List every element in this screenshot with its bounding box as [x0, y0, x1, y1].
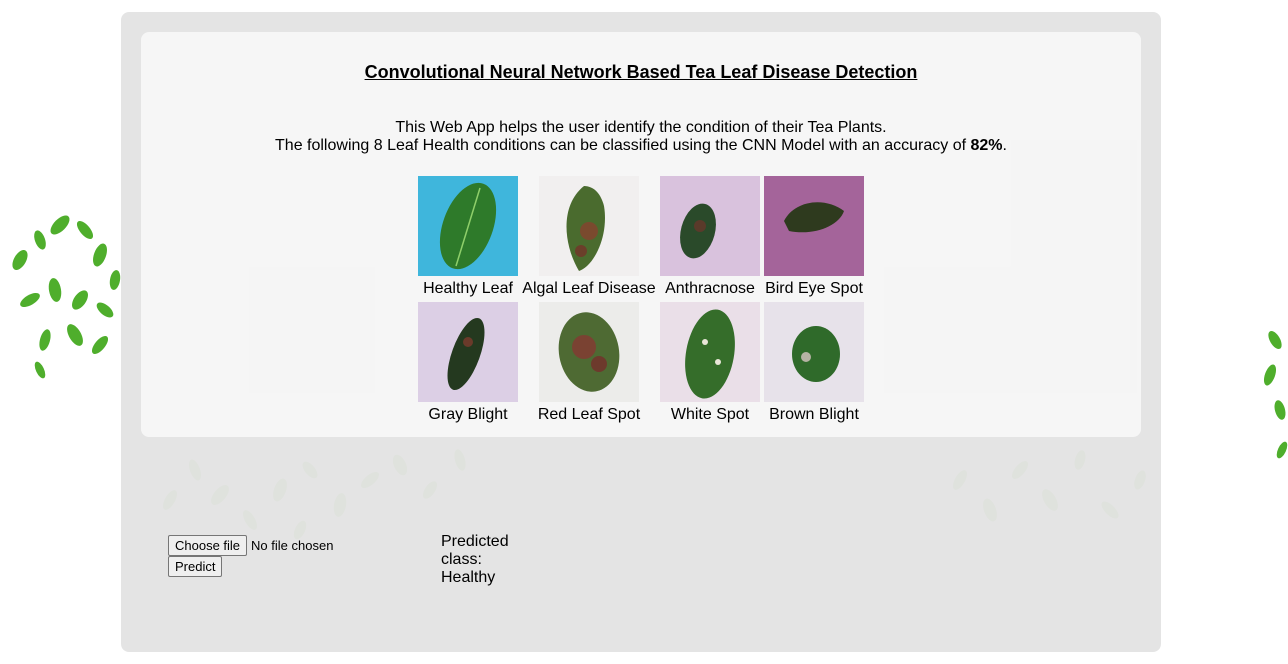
file-input[interactable]: Choose file No file chosen	[168, 535, 333, 556]
choose-file-button[interactable]: Choose file	[168, 535, 248, 556]
prediction-result: Predicted class: Healthy	[441, 533, 509, 586]
class-tile-brown-blight: Brown Blight	[764, 302, 864, 424]
class-tile-white-spot: White Spot	[660, 302, 760, 424]
class-tile-bird-eye-spot: Bird Eye Spot	[761, 176, 867, 298]
info-card: Convolutional Neural Network Based Tea L…	[141, 32, 1141, 437]
class-label: Bird Eye Spot	[765, 280, 863, 297]
class-label: Algal Leaf Disease	[522, 280, 656, 297]
class-label: Healthy Leaf	[423, 280, 513, 297]
class-tile-gray-blight: Gray Blight	[418, 302, 518, 424]
class-tile-red-leaf-spot: Red Leaf Spot	[536, 302, 642, 424]
leaf-image	[539, 176, 639, 276]
class-gallery: Healthy Leaf Algal Leaf Disease Anthracn…	[141, 32, 1141, 437]
class-label: Anthracnose	[665, 280, 755, 297]
class-label: Red Leaf Spot	[537, 406, 641, 423]
class-tile-healthy-leaf: Healthy Leaf	[399, 176, 537, 298]
leaf-image	[660, 302, 760, 402]
leaf-image	[539, 302, 639, 402]
leaf-image	[764, 302, 864, 402]
leaf-image	[418, 302, 518, 402]
class-tile-anthracnose: Anthracnose	[660, 176, 760, 298]
predict-button[interactable]: Predict	[168, 556, 223, 577]
leaf-image	[764, 176, 864, 276]
main-panel: Convolutional Neural Network Based Tea L…	[121, 12, 1161, 652]
class-label: Brown Blight	[769, 406, 859, 423]
leaf-image	[418, 176, 518, 276]
class-label: White Spot	[670, 406, 750, 423]
class-tile-algal-leaf-disease: Algal Leaf Disease	[519, 176, 659, 298]
leaf-image	[660, 176, 760, 276]
upload-controls: Choose file No file chosen Predict	[168, 535, 333, 577]
file-status-text: No file chosen	[251, 538, 334, 553]
class-label: Gray Blight	[428, 406, 508, 423]
